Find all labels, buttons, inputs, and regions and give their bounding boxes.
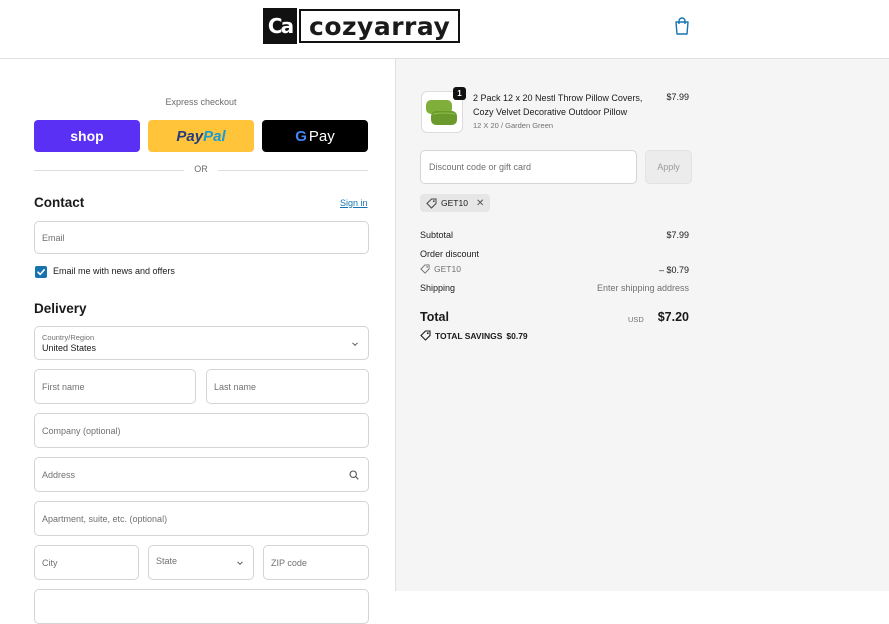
first-name-field[interactable]: First name bbox=[34, 369, 196, 404]
applied-code: GET10 bbox=[441, 198, 468, 208]
country-value: United States bbox=[42, 342, 97, 353]
zip-placeholder: ZIP code bbox=[271, 557, 307, 568]
shipping-label: Shipping bbox=[420, 283, 456, 293]
tag-icon bbox=[426, 198, 437, 209]
total-label: Total bbox=[420, 310, 449, 324]
sign-in-link[interactable]: Sign in bbox=[340, 198, 368, 208]
search-icon bbox=[349, 470, 359, 480]
shop-pay-button[interactable]: shop bbox=[34, 120, 140, 152]
tag-icon bbox=[420, 330, 431, 341]
remove-discount-icon[interactable]: ✕ bbox=[476, 198, 484, 209]
address-field[interactable]: Address bbox=[34, 457, 369, 492]
paypal-label-part1: Pay bbox=[176, 127, 204, 145]
or-divider: OR bbox=[34, 163, 368, 177]
google-g-icon: G bbox=[295, 127, 307, 145]
chevron-down-icon bbox=[237, 561, 243, 566]
total-currency: USD bbox=[628, 315, 644, 324]
subtotal-label: Subtotal bbox=[420, 230, 454, 240]
divider-line-right bbox=[218, 170, 368, 171]
discount-placeholder: Discount code or gift card bbox=[429, 162, 532, 172]
brand-logo[interactable]: Ca cozyarray bbox=[263, 8, 461, 44]
apartment-placeholder: Apartment, suite, etc. (optional) bbox=[42, 513, 168, 524]
tag-icon bbox=[420, 264, 430, 274]
state-select[interactable]: State bbox=[148, 545, 254, 580]
apply-button[interactable]: Apply bbox=[645, 150, 692, 184]
discount-code-input[interactable]: Discount code or gift card bbox=[420, 150, 637, 184]
discount-code-line: GET10 bbox=[420, 264, 461, 274]
header: Ca cozyarray bbox=[0, 0, 889, 59]
country-select[interactable]: Country/Region United States bbox=[34, 326, 369, 360]
discount-value: – $0.79 bbox=[658, 265, 689, 275]
last-name-placeholder: Last name bbox=[214, 381, 257, 392]
or-label: OR bbox=[194, 164, 208, 174]
logo-text: cozyarray bbox=[299, 9, 461, 43]
address-placeholder: Address bbox=[42, 469, 76, 480]
quantity-badge: 1 bbox=[453, 87, 466, 100]
apartment-field[interactable]: Apartment, suite, etc. (optional) bbox=[34, 501, 369, 536]
paypal-label-part2: Pal bbox=[203, 127, 226, 145]
subtotal-value: $7.99 bbox=[666, 230, 689, 240]
google-pay-button[interactable]: G Pay bbox=[262, 120, 368, 152]
product-variant: 12 X 20 / Garden Green bbox=[473, 121, 554, 130]
email-field[interactable]: Email bbox=[34, 221, 369, 254]
total-savings: TOTAL SAVINGS $0.79 bbox=[420, 330, 528, 341]
state-placeholder: State bbox=[156, 556, 178, 566]
shipping-value: Enter shipping address bbox=[596, 283, 689, 293]
first-name-placeholder: First name bbox=[42, 381, 85, 392]
shopping-bag-icon[interactable] bbox=[674, 17, 690, 35]
last-name-field[interactable]: Last name bbox=[206, 369, 369, 404]
contact-heading: Contact bbox=[34, 195, 85, 210]
phone-field-partial[interactable] bbox=[34, 589, 369, 624]
savings-value: $0.79 bbox=[506, 330, 528, 341]
chevron-down-icon bbox=[352, 342, 358, 347]
company-field[interactable]: Company (optional) bbox=[34, 413, 369, 448]
order-summary-panel bbox=[395, 59, 889, 591]
applied-discount-chip: GET10 ✕ bbox=[420, 194, 491, 212]
total-value: $7.20 bbox=[657, 310, 689, 324]
shop-pay-label: shop bbox=[70, 128, 104, 144]
paypal-button[interactable]: Pay Pal bbox=[148, 120, 254, 152]
delivery-heading: Delivery bbox=[34, 301, 87, 316]
express-checkout-label: Express checkout bbox=[165, 97, 237, 107]
savings-label: TOTAL SAVINGS bbox=[435, 330, 503, 341]
company-placeholder: Company (optional) bbox=[42, 425, 121, 436]
city-field[interactable]: City bbox=[34, 545, 139, 580]
logo-mark: Ca bbox=[263, 8, 297, 44]
newsletter-label: Email me with news and offers bbox=[53, 266, 175, 276]
email-placeholder: Email bbox=[42, 232, 65, 243]
zip-code-field[interactable]: ZIP code bbox=[263, 545, 369, 580]
google-pay-label: Pay bbox=[308, 127, 335, 145]
product-price: $7.99 bbox=[666, 92, 689, 102]
discount-code: GET10 bbox=[434, 264, 461, 274]
newsletter-checkbox[interactable] bbox=[35, 266, 47, 278]
country-label: Country/Region bbox=[42, 332, 95, 342]
order-discount-label: Order discount bbox=[420, 249, 480, 259]
city-placeholder: City bbox=[42, 557, 58, 568]
product-name: 2 Pack 12 x 20 Nestl Throw Pillow Covers… bbox=[473, 93, 643, 117]
